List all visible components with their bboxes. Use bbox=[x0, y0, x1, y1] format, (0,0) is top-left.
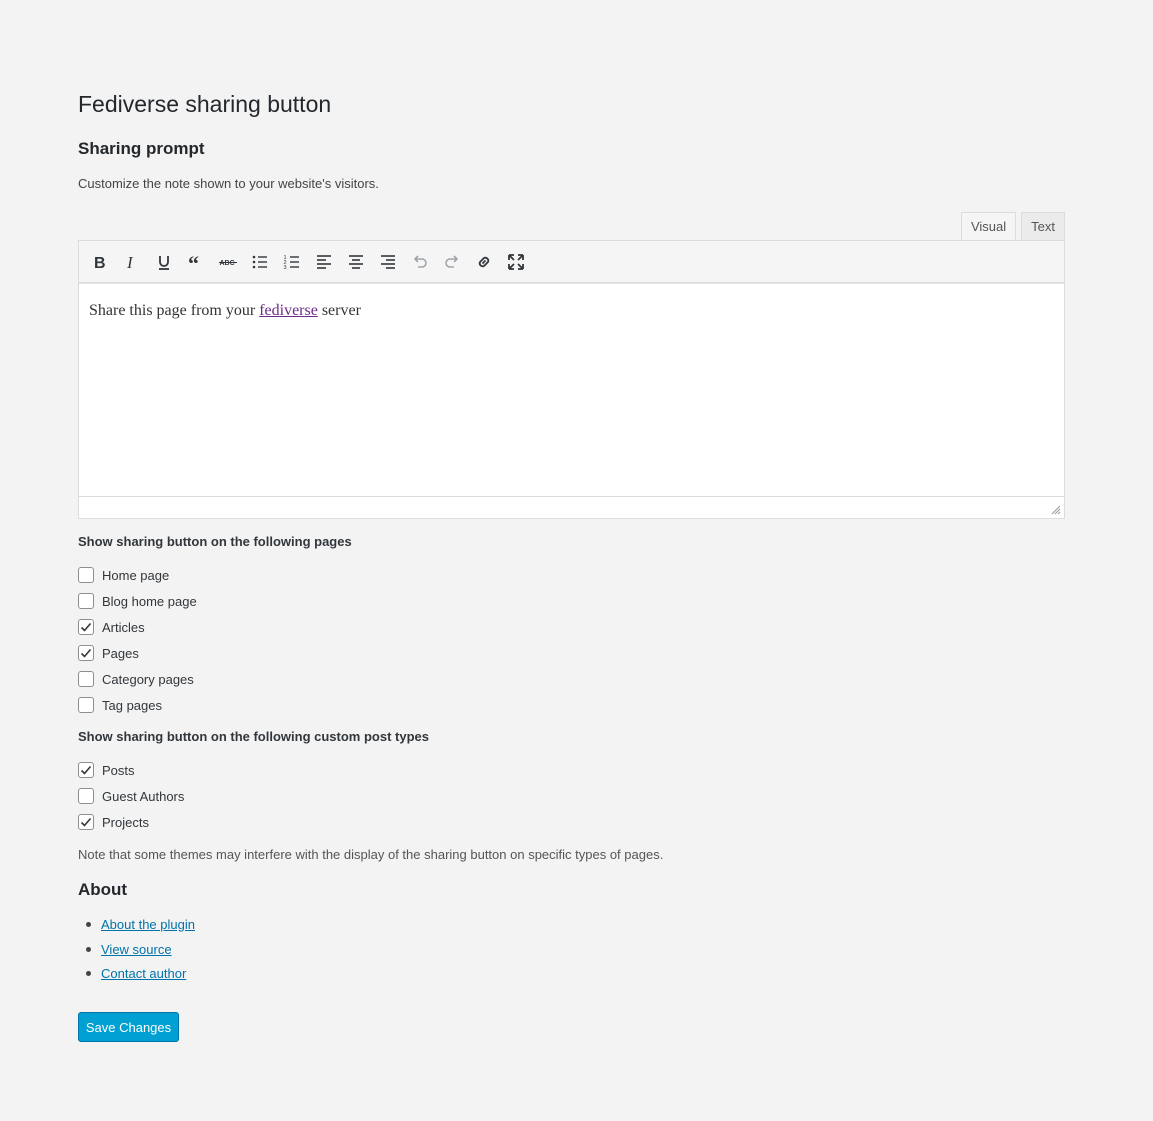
checkbox[interactable] bbox=[78, 814, 94, 830]
list-item: Contact author bbox=[78, 963, 186, 983]
checkbox-row[interactable]: Pages bbox=[78, 643, 139, 663]
editor-toolbar: B I “ ABC 123 bbox=[79, 241, 1064, 283]
rich-text-editor: B I “ ABC 123 Share this page from your … bbox=[78, 240, 1065, 519]
align-left-icon bbox=[317, 254, 331, 269]
custom-types-heading: Show sharing button on the following cus… bbox=[78, 729, 429, 744]
checkbox-label: Home page bbox=[102, 567, 170, 583]
checkbox-label: Blog home page bbox=[102, 593, 197, 609]
svg-text:ABC: ABC bbox=[220, 260, 235, 267]
align-right-icon bbox=[381, 254, 395, 269]
checkbox[interactable] bbox=[78, 697, 94, 713]
bullet bbox=[86, 970, 91, 976]
checkbox-label: Posts bbox=[102, 762, 135, 778]
undo-icon bbox=[413, 254, 427, 268]
checkbox[interactable] bbox=[78, 619, 94, 635]
link-icon bbox=[478, 256, 490, 267]
checkbox-row[interactable]: Home page bbox=[78, 565, 169, 585]
bulleted-list-icon bbox=[252, 255, 267, 268]
bullet bbox=[86, 921, 91, 927]
bold-button[interactable]: B bbox=[84, 247, 116, 277]
tab-text[interactable]: Text bbox=[1021, 212, 1065, 240]
checkbox-row[interactable]: Articles bbox=[78, 617, 145, 637]
content-text-after: server bbox=[317, 302, 361, 319]
underline-icon bbox=[159, 255, 169, 270]
resize-handle-icon[interactable] bbox=[1051, 505, 1061, 515]
about-heading: About bbox=[78, 880, 128, 899]
checkbox-row[interactable]: Tag pages bbox=[78, 695, 162, 715]
save-changes-button[interactable]: Save Changes bbox=[78, 1012, 179, 1042]
checkbox[interactable] bbox=[78, 788, 94, 804]
about-plugin-link[interactable]: About the plugin bbox=[101, 917, 195, 932]
bullet bbox=[86, 946, 91, 952]
view-source-link[interactable]: View source bbox=[101, 942, 172, 957]
checkbox-label: Guest Authors bbox=[102, 788, 185, 804]
align-left-button[interactable] bbox=[308, 247, 340, 277]
undo-button[interactable] bbox=[404, 247, 436, 277]
contact-author-link[interactable]: Contact author bbox=[101, 966, 186, 981]
checkbox-label: Articles bbox=[102, 619, 145, 635]
page-title: Fediverse sharing button bbox=[78, 91, 332, 117]
checkbox-row[interactable]: Posts bbox=[78, 760, 135, 780]
svg-text:“: “ bbox=[188, 252, 199, 272]
insert-link-button[interactable] bbox=[468, 247, 500, 277]
bold-icon: B bbox=[94, 255, 106, 272]
checkbox-label: Pages bbox=[102, 645, 139, 661]
align-right-button[interactable] bbox=[372, 247, 404, 277]
svg-text:I: I bbox=[126, 253, 134, 272]
svg-text:B: B bbox=[94, 255, 106, 272]
tab-visual[interactable]: Visual bbox=[960, 212, 1017, 241]
checkmark-icon bbox=[80, 648, 92, 658]
content-text-before: Share this page from your bbox=[89, 302, 260, 319]
checkbox-row[interactable]: Category pages bbox=[78, 669, 194, 689]
themes-note: Note that some themes may interfere with… bbox=[78, 847, 664, 862]
checkbox[interactable] bbox=[78, 567, 94, 583]
pages-heading: Show sharing button on the following pag… bbox=[78, 534, 352, 549]
checkbox-row[interactable]: Projects bbox=[78, 812, 149, 832]
align-center-icon bbox=[349, 254, 363, 269]
redo-button[interactable] bbox=[436, 247, 468, 277]
checkbox[interactable] bbox=[78, 671, 94, 687]
checkbox-row[interactable]: Guest Authors bbox=[78, 786, 184, 806]
checkmark-icon bbox=[80, 765, 92, 775]
content-link-fediverse[interactable]: fediverse bbox=[259, 302, 318, 319]
list-item: View source bbox=[78, 939, 172, 959]
italic-icon: I bbox=[126, 253, 134, 272]
sharing-prompt-description: Customize the note shown to your website… bbox=[78, 176, 379, 191]
checkbox-label: Tag pages bbox=[102, 697, 162, 713]
editor-tabs: Visual Text bbox=[960, 212, 1065, 241]
editor-content[interactable]: Share this page from your fediverse serv… bbox=[79, 283, 1064, 496]
italic-button[interactable]: I bbox=[116, 247, 148, 277]
checkmark-icon bbox=[80, 817, 92, 827]
blockquote-icon: “ bbox=[188, 252, 199, 272]
fullscreen-button[interactable] bbox=[500, 247, 532, 277]
strikethrough-button[interactable]: ABC bbox=[212, 247, 244, 277]
numbered-list-button[interactable]: 123 bbox=[276, 247, 308, 277]
numbered-list-icon: 123 bbox=[284, 255, 299, 271]
strikethrough-icon: ABC bbox=[219, 260, 237, 267]
checkbox-row[interactable]: Blog home page bbox=[78, 591, 197, 611]
align-center-button[interactable] bbox=[340, 247, 372, 277]
checkbox[interactable] bbox=[78, 593, 94, 609]
redo-icon bbox=[445, 254, 459, 268]
bulleted-list-button[interactable] bbox=[244, 247, 276, 277]
checkbox-label: Projects bbox=[102, 814, 149, 830]
svg-text:3: 3 bbox=[284, 265, 287, 271]
fullscreen-icon bbox=[508, 253, 524, 270]
editor-statusbar bbox=[79, 496, 1064, 518]
sharing-prompt-heading: Sharing prompt bbox=[78, 139, 205, 158]
checkbox[interactable] bbox=[78, 762, 94, 778]
underline-button[interactable] bbox=[148, 247, 180, 277]
blockquote-button[interactable]: “ bbox=[180, 247, 212, 277]
list-item: About the plugin bbox=[78, 914, 195, 934]
checkmark-icon bbox=[80, 622, 92, 632]
checkbox[interactable] bbox=[78, 645, 94, 661]
checkbox-label: Category pages bbox=[102, 671, 194, 687]
